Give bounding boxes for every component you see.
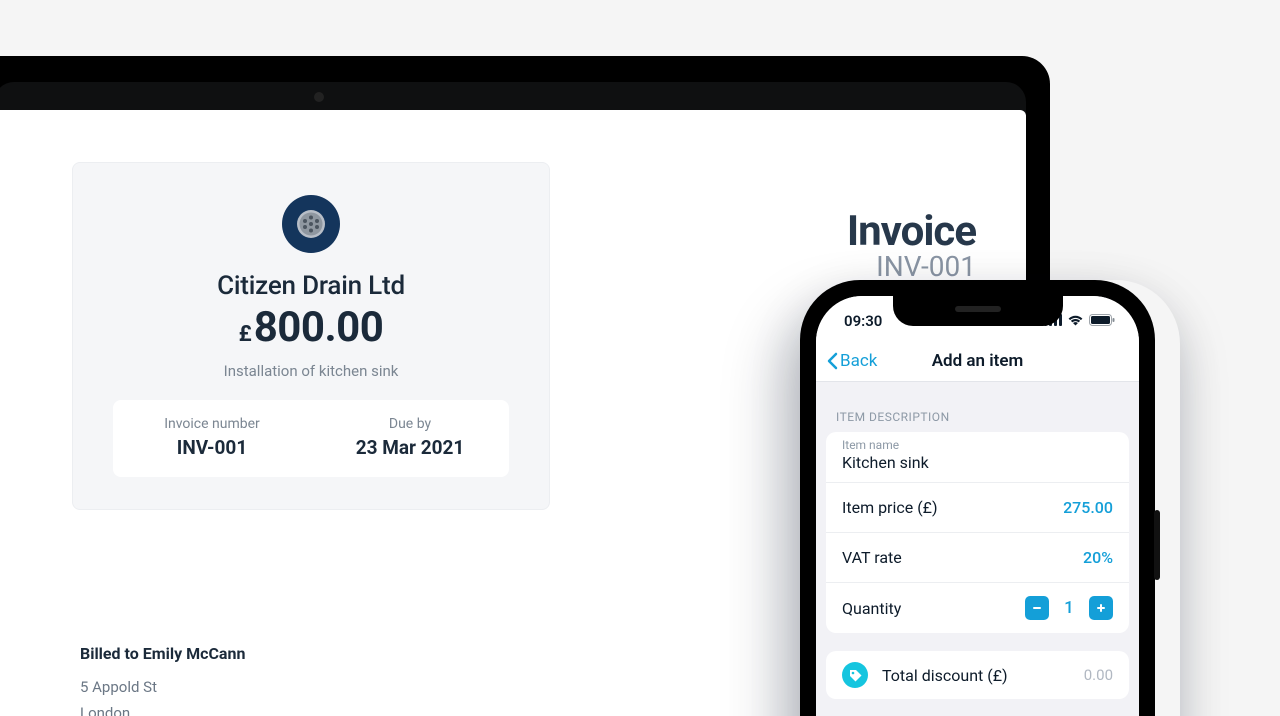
quantity-decrement-button[interactable]	[1025, 596, 1049, 620]
battery-icon	[1089, 312, 1115, 330]
wifi-icon	[1067, 312, 1084, 330]
invoice-due-label: Due by	[321, 416, 499, 432]
phone-device-frame: 09:30 Back Add an item ITEM DES	[800, 280, 1155, 716]
quantity-value: 1	[1063, 598, 1075, 618]
invoice-description: Installation of kitchen sink	[73, 362, 549, 380]
company-logo	[282, 195, 340, 253]
phone-screen: 09:30 Back Add an item ITEM DES	[816, 296, 1139, 716]
quantity-stepper: 1	[1025, 596, 1113, 620]
tag-icon	[842, 662, 868, 688]
vat-rate-value: 20%	[1083, 548, 1113, 567]
invoice-amount: £ 800.00	[73, 303, 549, 352]
item-price-label: Item price (£)	[842, 498, 938, 517]
item-price-value: 275.00	[1063, 498, 1113, 517]
company-name: Citizen Drain Ltd	[73, 271, 549, 301]
quantity-field: Quantity 1	[826, 583, 1129, 633]
invoice-summary-card: Citizen Drain Ltd £ 800.00 Installation …	[72, 162, 550, 510]
navigation-bar: Back Add an item	[816, 340, 1139, 382]
billed-to-address-line: London	[80, 701, 245, 716]
vat-rate-field[interactable]: VAT rate 20%	[826, 533, 1129, 583]
phone-side-button	[1154, 510, 1160, 580]
invoice-number-value: INV-001	[123, 436, 301, 459]
item-name-field[interactable]: Item name Kitchen sink	[826, 432, 1129, 483]
back-button[interactable]: Back	[826, 340, 877, 381]
billed-to-heading: Billed to Emily McCann	[80, 644, 245, 663]
status-time: 09:30	[844, 312, 882, 330]
billed-to-address-line: 5 Appold St	[80, 675, 245, 701]
invoice-due-value: 23 Mar 2021	[321, 436, 499, 459]
phone-notch	[893, 296, 1063, 326]
item-price-field[interactable]: Item price (£) 275.00	[826, 483, 1129, 533]
quantity-label: Quantity	[842, 599, 901, 618]
discount-label: Total discount (£)	[882, 666, 1008, 685]
currency-symbol: £	[239, 322, 252, 347]
tablet-camera	[314, 92, 324, 102]
invoice-subtitle: INV-001	[636, 250, 976, 283]
amount-value: 800.00	[254, 303, 384, 352]
total-discount-field[interactable]: Total discount (£) 0.00	[826, 651, 1129, 699]
section-header: ITEM DESCRIPTION	[816, 382, 1139, 432]
invoice-title: Invoice	[636, 210, 976, 254]
item-name-label: Item name	[842, 438, 1113, 452]
item-form-group: Item name Kitchen sink Item price (£) 27…	[826, 432, 1129, 633]
navigation-title: Add an item	[932, 351, 1024, 371]
back-button-label: Back	[840, 351, 877, 371]
item-name-value: Kitchen sink	[842, 453, 1113, 472]
discount-value: 0.00	[1084, 666, 1113, 684]
invoice-due-cell: Due by 23 Mar 2021	[311, 400, 509, 477]
billed-to-block: Billed to Emily McCann 5 Appold St Londo…	[80, 644, 245, 716]
vat-rate-label: VAT rate	[842, 548, 902, 567]
invoice-number-cell: Invoice number INV-001	[113, 400, 311, 477]
quantity-increment-button[interactable]	[1089, 596, 1113, 620]
invoice-number-label: Invoice number	[123, 416, 301, 432]
